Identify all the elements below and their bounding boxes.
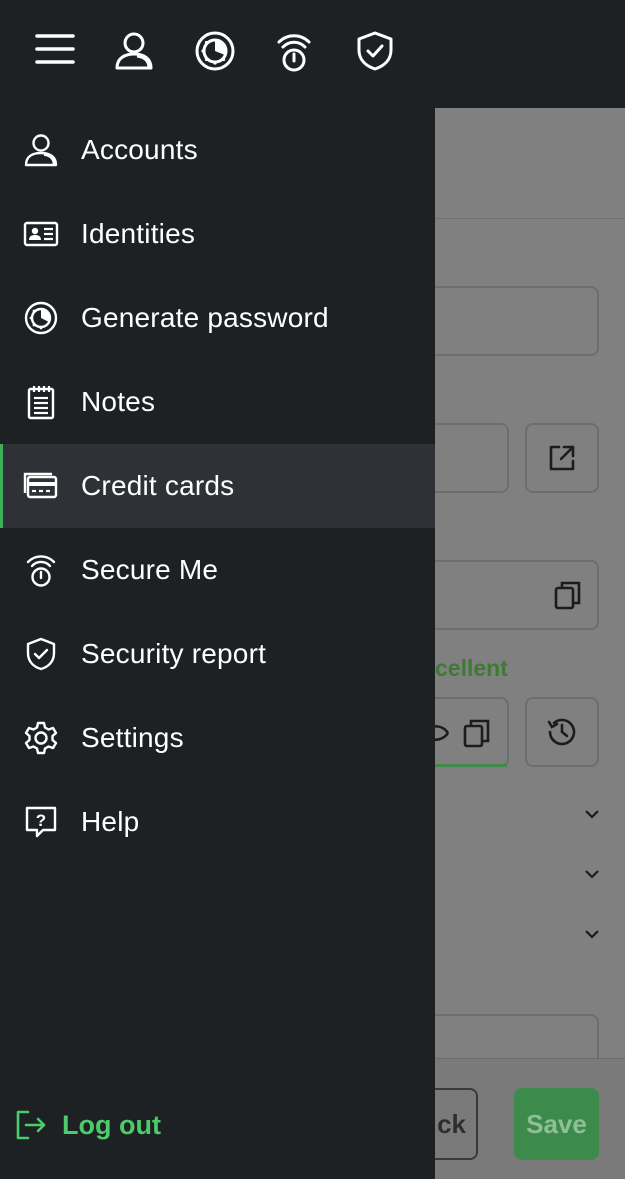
menu-item-label: Generate password bbox=[81, 302, 329, 333]
menu-item-label: Accounts bbox=[81, 134, 198, 165]
generate-password-icon[interactable] bbox=[193, 29, 237, 73]
menu-item-security-report[interactable]: Security report bbox=[0, 612, 435, 696]
menu-item-label: Identities bbox=[81, 218, 196, 249]
open-external-icon bbox=[545, 441, 579, 475]
gear-icon bbox=[22, 719, 60, 757]
shield-check-icon bbox=[22, 635, 60, 673]
menu-item-notes[interactable]: Notes bbox=[0, 360, 435, 444]
menu-item-label: Security report bbox=[81, 638, 267, 669]
menu-item-credit-cards[interactable]: Credit cards bbox=[0, 444, 435, 528]
chevron-down-icon bbox=[585, 930, 599, 939]
credit-card-icon bbox=[22, 467, 60, 505]
chevron-down-icon bbox=[585, 870, 599, 879]
menu-item-label: Notes bbox=[81, 386, 156, 417]
notes-icon bbox=[22, 383, 60, 421]
top-bar bbox=[0, 0, 625, 108]
menu-item-label: Secure Me bbox=[81, 554, 219, 585]
accounts-icon bbox=[22, 131, 60, 169]
copy-icon bbox=[460, 716, 494, 750]
logout-icon bbox=[16, 1110, 46, 1140]
menu-item-label: Credit cards bbox=[81, 470, 235, 501]
menu-item-secure-me[interactable]: Secure Me bbox=[0, 528, 435, 612]
copy-icon bbox=[551, 578, 585, 612]
logout-button[interactable]: Log out bbox=[14, 1108, 161, 1142]
id-card-icon bbox=[22, 215, 60, 253]
accounts-icon[interactable] bbox=[112, 29, 156, 73]
menu-item-label: Help bbox=[81, 806, 140, 837]
help-icon: ? bbox=[22, 803, 60, 841]
security-report-icon[interactable] bbox=[353, 29, 397, 73]
menu-icon[interactable] bbox=[33, 29, 77, 73]
secure-me-icon[interactable] bbox=[272, 29, 316, 73]
generate-password-icon bbox=[22, 299, 60, 337]
menu-item-generate-password[interactable]: Generate password bbox=[0, 276, 435, 360]
logout-label: Log out bbox=[62, 1109, 161, 1140]
divider bbox=[434, 218, 625, 219]
strength-bar bbox=[435, 764, 507, 767]
svg-text:?: ? bbox=[36, 811, 46, 830]
menu-item-label: Settings bbox=[81, 722, 184, 753]
menu-item-accounts[interactable]: Accounts bbox=[0, 108, 435, 192]
secure-me-icon bbox=[22, 551, 60, 589]
password-strength-text: cellent bbox=[435, 655, 508, 681]
navigation-drawer: Accounts Identities Generate password No… bbox=[0, 108, 435, 1179]
save-button: Save bbox=[514, 1088, 599, 1160]
background-field bbox=[420, 286, 599, 356]
menu-item-settings[interactable]: Settings bbox=[0, 696, 435, 780]
history-icon bbox=[545, 715, 579, 749]
menu-item-help[interactable]: ? Help bbox=[0, 780, 435, 864]
menu-item-identities[interactable]: Identities bbox=[0, 192, 435, 276]
chevron-down-icon bbox=[585, 810, 599, 819]
